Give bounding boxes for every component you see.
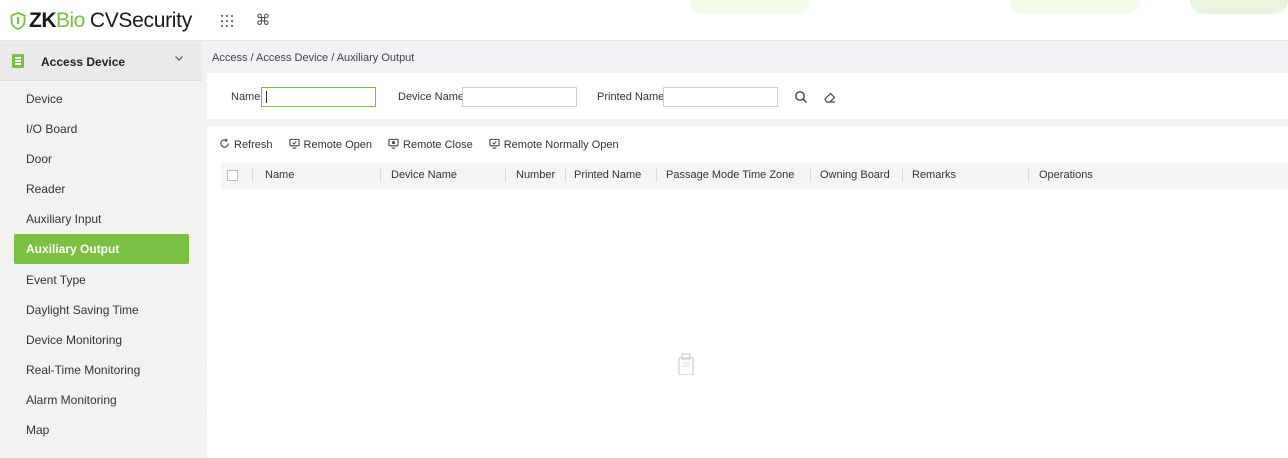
sidebar-item-reader[interactable]: Reader [14, 174, 189, 204]
logo-zk-text: ZK [29, 9, 57, 32]
column-header-printed-name[interactable]: Printed Name [574, 169, 641, 181]
device-name-filter-input[interactable] [462, 87, 577, 107]
sidebar-item-auxiliary-input[interactable]: Auxiliary Input [14, 204, 189, 234]
column-divider [810, 169, 811, 182]
name-filter-input[interactable] [261, 87, 376, 107]
remote-close-icon [388, 138, 399, 152]
toolbar: Refresh Remote Open Remote Close Remote … [219, 137, 635, 153]
header-decoration [690, 0, 810, 14]
empty-data-icon [678, 353, 694, 375]
filter-panel: Name Device Name Printed Name [207, 73, 1288, 119]
sidebar-item-real-time-monitoring[interactable]: Real-Time Monitoring [14, 355, 189, 385]
logo-bio-text: Bio [56, 9, 85, 32]
column-divider [902, 169, 903, 182]
column-divider [505, 169, 506, 182]
sidebar-item-daylight-saving-time[interactable]: Daylight Saving Time [14, 295, 189, 325]
remote-open-label: Remote Open [303, 139, 373, 151]
sidebar-item-io-board[interactable]: I/O Board [14, 114, 189, 144]
remote-open-button[interactable]: Remote Open [288, 138, 373, 152]
sidebar-item-map[interactable]: Map [14, 415, 189, 445]
printed-name-filter-label: Printed Name [597, 91, 665, 103]
column-header-device-name[interactable]: Device Name [391, 169, 457, 181]
sidebar-module-label: Access Device [41, 55, 126, 69]
logo-product-text: CVSecurity [89, 9, 192, 32]
column-header-remarks[interactable]: Remarks [912, 169, 956, 181]
sidebar-item-door[interactable]: Door [14, 144, 189, 174]
header-decoration [1010, 0, 1140, 14]
remote-close-label: Remote Close [403, 139, 473, 151]
printed-name-filter-input[interactable] [663, 87, 778, 107]
text-caret [266, 91, 267, 103]
device-name-filter-label: Device Name [398, 91, 465, 103]
column-header-passage-mode-time-zone[interactable]: Passage Mode Time Zone [666, 169, 794, 181]
column-divider [565, 169, 566, 182]
app-logo[interactable]: ZK Bio CVSecurity [10, 8, 192, 34]
table-header: Name Device Name Number Printed Name Pas… [221, 163, 1288, 189]
column-divider [1028, 169, 1029, 182]
apps-grid-icon[interactable] [218, 12, 236, 30]
command-icon[interactable]: ⌘ [254, 12, 272, 30]
sidebar-item-event-type[interactable]: Event Type [14, 265, 189, 295]
refresh-icon [219, 138, 230, 152]
column-divider [380, 169, 381, 182]
sidebar-module-header[interactable]: Access Device [0, 41, 202, 81]
remote-open-icon [288, 138, 300, 152]
select-all-checkbox[interactable] [227, 170, 238, 181]
column-divider [656, 169, 657, 182]
remote-normally-open-icon [489, 138, 500, 152]
sidebar-item-device-monitoring[interactable]: Device Monitoring [14, 325, 189, 355]
shield-logo-icon [10, 12, 26, 30]
search-icon[interactable] [790, 86, 812, 108]
remote-normally-open-label: Remote Normally Open [503, 139, 619, 151]
column-header-name[interactable]: Name [265, 169, 294, 181]
access-device-icon [12, 54, 24, 68]
sidebar-item-device[interactable]: Device [14, 84, 189, 114]
column-header-owning-board[interactable]: Owning Board [820, 169, 890, 181]
top-bar: ZK Bio CVSecurity ⌘ [0, 0, 1288, 41]
sidebar-item-auxiliary-output[interactable]: Auxiliary Output [14, 234, 189, 264]
refresh-label: Refresh [234, 139, 273, 151]
sidebar-item-alarm-monitoring[interactable]: Alarm Monitoring [14, 385, 189, 415]
name-filter-label: Name [231, 91, 261, 103]
clear-filter-icon[interactable] [819, 86, 841, 108]
column-header-number[interactable]: Number [516, 169, 555, 181]
refresh-button[interactable]: Refresh [219, 138, 273, 152]
chevron-down-icon [174, 53, 184, 66]
breadcrumb: Access / Access Device / Auxiliary Outpu… [212, 52, 415, 64]
column-header-operations[interactable]: Operations [1039, 169, 1093, 181]
grid-panel: Refresh Remote Open Remote Close Remote … [207, 126, 1288, 458]
column-divider [252, 169, 253, 182]
sidebar: Access Device Device I/O Board Door Read… [0, 41, 202, 458]
remote-close-button[interactable]: Remote Close [388, 138, 473, 152]
remote-normally-open-button[interactable]: Remote Normally Open [489, 138, 619, 152]
header-decoration [1190, 0, 1288, 14]
main-content: Access / Access Device / Auxiliary Outpu… [202, 41, 1288, 458]
